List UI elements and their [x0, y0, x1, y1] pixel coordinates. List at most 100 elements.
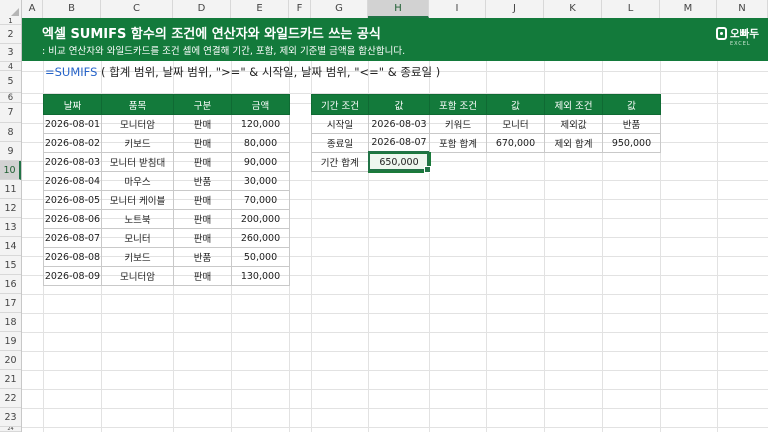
row-header-8[interactable]: 8 — [0, 123, 21, 142]
header-type[interactable]: 구분 — [173, 94, 232, 115]
cell-date[interactable]: 2026-08-05 — [43, 190, 102, 210]
column-header-g[interactable]: G — [311, 0, 368, 18]
row-header-12[interactable]: 12 — [0, 199, 21, 218]
row-header-21[interactable]: 21 — [0, 370, 21, 389]
cell-item[interactable]: 모니터 케이블 — [101, 190, 174, 210]
header-amount[interactable]: 금액 — [231, 94, 290, 115]
row-header-10[interactable]: 10 — [0, 161, 21, 180]
cell-date[interactable]: 2026-08-02 — [43, 133, 102, 153]
column-header-i[interactable]: I — [429, 0, 486, 18]
cell-type[interactable]: 반품 — [173, 171, 232, 191]
cell-item[interactable]: 모니터암 — [101, 114, 174, 134]
cell-item[interactable]: 키보드 — [101, 133, 174, 153]
cell-amount[interactable]: 260,000 — [231, 228, 290, 248]
cell-value[interactable]: 2026-08-03 — [368, 114, 430, 134]
cell-date[interactable]: 2026-08-04 — [43, 171, 102, 191]
select-all-corner[interactable] — [0, 0, 22, 18]
column-header-c[interactable]: C — [101, 0, 173, 18]
empty-cell[interactable] — [603, 153, 661, 172]
row-header-3[interactable]: 3 — [0, 44, 21, 62]
cell-date[interactable]: 2026-08-09 — [43, 266, 102, 286]
column-header-n[interactable]: N — [717, 0, 768, 18]
row-header-20[interactable]: 20 — [0, 351, 21, 370]
empty-cell[interactable] — [430, 153, 487, 172]
cell-label[interactable]: 종료일 — [311, 133, 369, 153]
row-header-18[interactable]: 18 — [0, 313, 21, 332]
header-include-condition[interactable]: 포함 조건 — [429, 94, 487, 115]
column-header-m[interactable]: M — [660, 0, 717, 18]
column-header-k[interactable]: K — [544, 0, 602, 18]
cell-item[interactable]: 노트북 — [101, 209, 174, 229]
cell-label[interactable]: 시작일 — [311, 114, 369, 134]
header-value[interactable]: 값 — [486, 94, 545, 115]
header-value[interactable]: 값 — [602, 94, 661, 115]
header-period-condition[interactable]: 기간 조건 — [311, 94, 369, 115]
cell-type[interactable]: 판매 — [173, 228, 232, 248]
cell-item[interactable]: 마우스 — [101, 171, 174, 191]
cell-type[interactable]: 반품 — [173, 247, 232, 267]
formula-description[interactable]: =SUMIFS ( 합계 범위, 날짜 범위, ">=" & 시작일, 날짜 범… — [45, 64, 440, 80]
cell-label[interactable]: 포함 합계 — [429, 133, 487, 153]
cell-item[interactable]: 모니터암 — [101, 266, 174, 286]
row-header-2[interactable]: 2 — [0, 25, 21, 44]
row-header-5[interactable]: 5 — [0, 71, 21, 93]
cell-amount[interactable]: 80,000 — [231, 133, 290, 153]
row-header-1[interactable]: 1 — [0, 18, 21, 25]
header-item[interactable]: 품목 — [101, 94, 174, 115]
cell-label[interactable]: 키워드 — [429, 114, 487, 134]
cell-item[interactable]: 모니터 — [101, 228, 174, 248]
row-header-15[interactable]: 15 — [0, 256, 21, 275]
cell-period-sum-label[interactable]: 기간 합계 — [311, 152, 369, 172]
row-header-16[interactable]: 16 — [0, 275, 21, 294]
cell-date[interactable]: 2026-08-08 — [43, 247, 102, 267]
column-header-a[interactable]: A — [22, 0, 43, 18]
cell-date[interactable]: 2026-08-03 — [43, 152, 102, 172]
cell-item[interactable]: 모니터 받침대 — [101, 152, 174, 172]
column-header-e[interactable]: E — [231, 0, 289, 18]
cell-type[interactable]: 판매 — [173, 266, 232, 286]
cell-amount[interactable]: 90,000 — [231, 152, 290, 172]
row-header-7[interactable]: 7 — [0, 103, 21, 123]
cell-date[interactable]: 2026-08-01 — [43, 114, 102, 134]
cell-amount[interactable]: 130,000 — [231, 266, 290, 286]
cell-amount[interactable]: 50,000 — [231, 247, 290, 267]
row-header-6[interactable]: 6 — [0, 93, 21, 103]
cell-value[interactable]: 670,000 — [486, 133, 545, 153]
cell-item[interactable]: 키보드 — [101, 247, 174, 267]
cell-date[interactable]: 2026-08-06 — [43, 209, 102, 229]
cell-value[interactable]: 2026-08-07 — [368, 133, 430, 153]
cell-type[interactable]: 판매 — [173, 190, 232, 210]
header-exclude-condition[interactable]: 제외 조건 — [544, 94, 603, 115]
column-header-d[interactable]: D — [173, 0, 231, 18]
row-header-14[interactable]: 14 — [0, 237, 21, 256]
column-header-h[interactable]: H — [368, 0, 429, 18]
cell-label[interactable]: 제외 합계 — [544, 133, 603, 153]
row-header-9[interactable]: 9 — [0, 142, 21, 161]
cell-type[interactable]: 판매 — [173, 152, 232, 172]
empty-cell[interactable] — [487, 153, 545, 172]
column-header-l[interactable]: L — [602, 0, 660, 18]
row-header-17[interactable]: 17 — [0, 294, 21, 313]
empty-cell[interactable] — [545, 153, 603, 172]
cell-amount[interactable]: 70,000 — [231, 190, 290, 210]
row-header-4[interactable]: 4 — [0, 62, 21, 71]
cell-amount[interactable]: 30,000 — [231, 171, 290, 191]
cell-value[interactable]: 모니터 — [486, 114, 545, 134]
column-header-j[interactable]: J — [486, 0, 544, 18]
row-header-13[interactable]: 13 — [0, 218, 21, 237]
cell-type[interactable]: 판매 — [173, 133, 232, 153]
cell-date[interactable]: 2026-08-07 — [43, 228, 102, 248]
column-header-b[interactable]: B — [43, 0, 101, 18]
row-header-19[interactable]: 19 — [0, 332, 21, 351]
header-value[interactable]: 값 — [368, 94, 430, 115]
row-header-23[interactable]: 23 — [0, 408, 21, 427]
header-date[interactable]: 날짜 — [43, 94, 102, 115]
cell-type[interactable]: 판매 — [173, 114, 232, 134]
cell-amount[interactable]: 120,000 — [231, 114, 290, 134]
column-header-f[interactable]: F — [289, 0, 311, 18]
cell-value[interactable]: 반품 — [602, 114, 661, 134]
cell-type[interactable]: 판매 — [173, 209, 232, 229]
cell-value[interactable]: 950,000 — [602, 133, 661, 153]
active-cell-selection[interactable] — [368, 151, 431, 173]
row-header-11[interactable]: 11 — [0, 180, 21, 199]
